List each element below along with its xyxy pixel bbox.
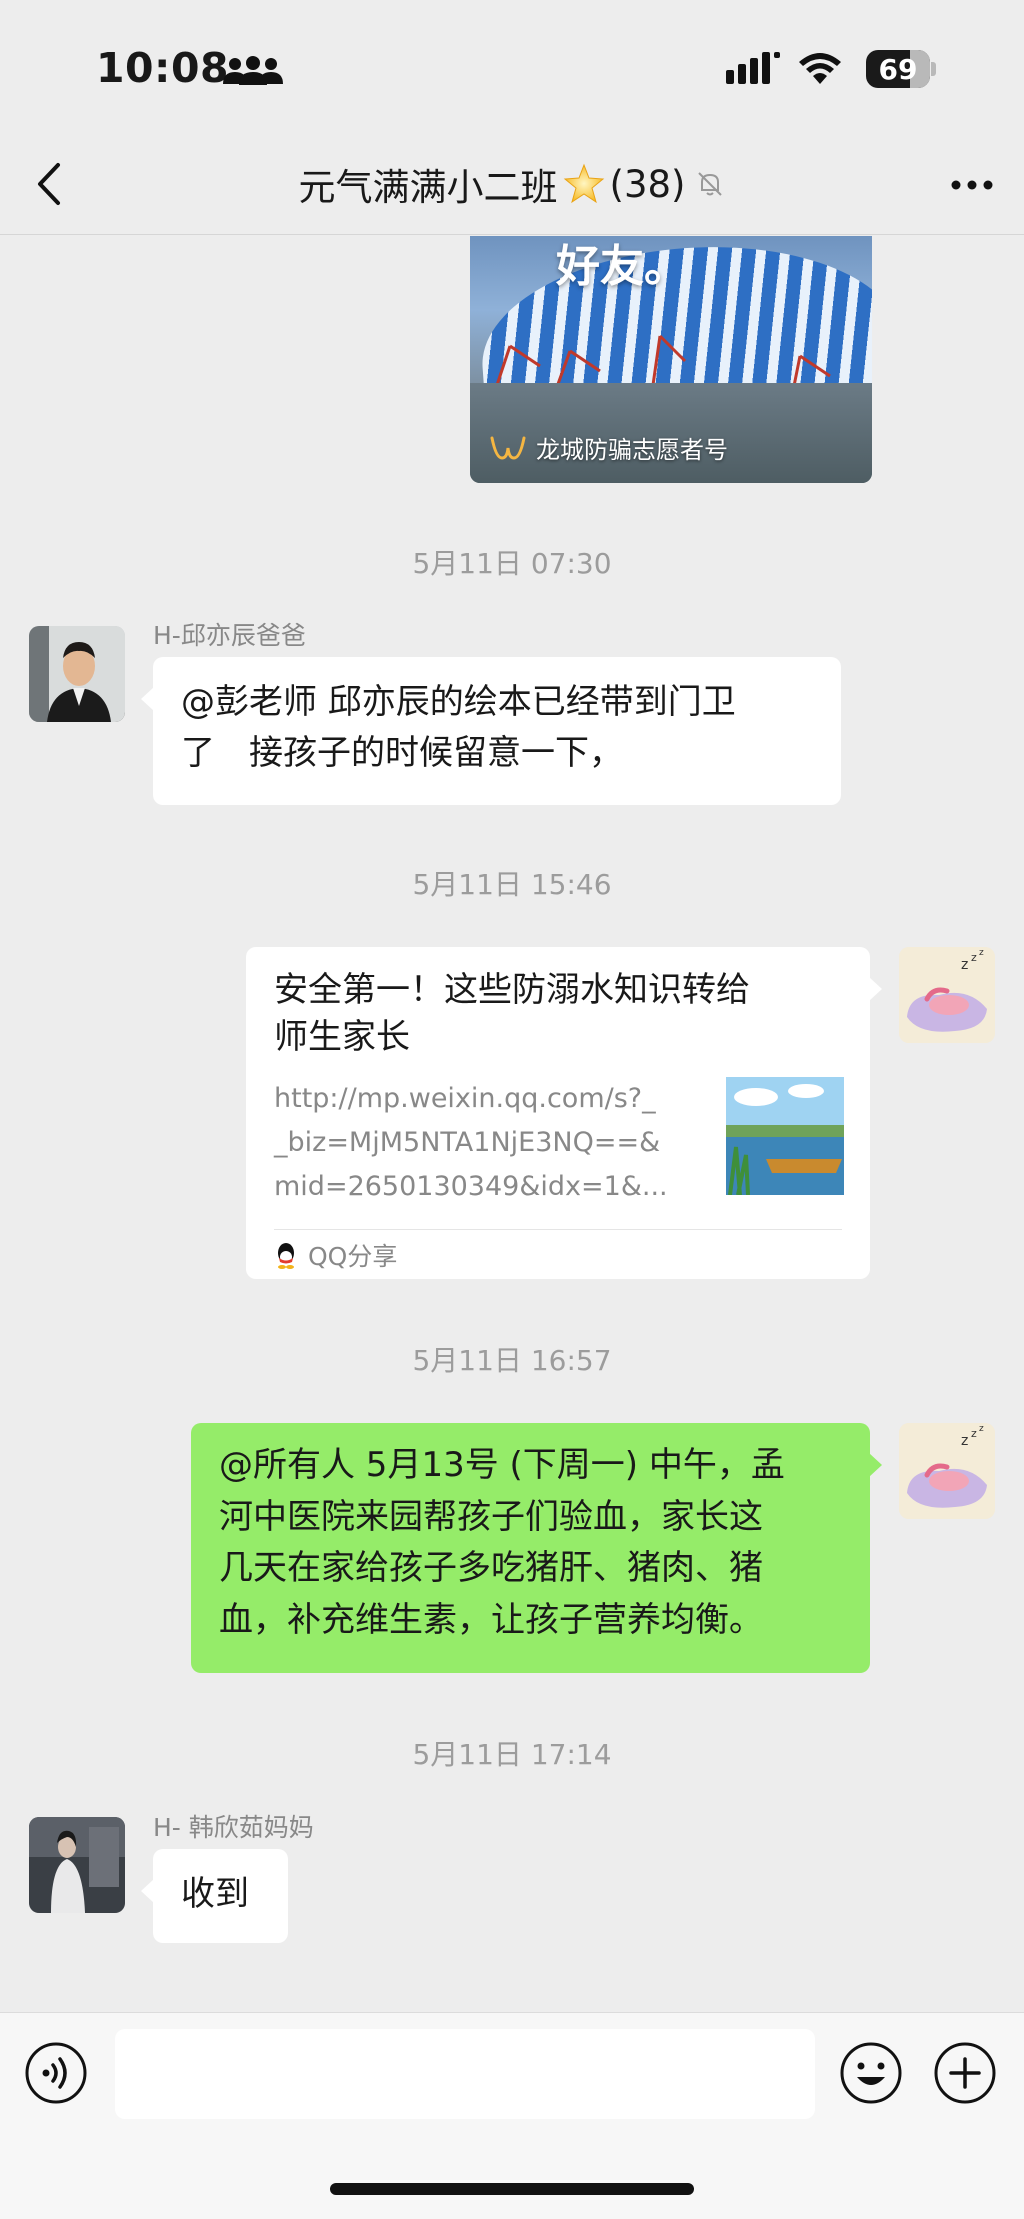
input-bar xyxy=(0,2012,1024,2219)
timestamp: 5月11日 07:30 xyxy=(412,547,612,580)
image-source-label: 龙城防骗志愿者号 xyxy=(536,436,728,464)
message-line: @所有人 5月13号 (下周一) 中午，孟 xyxy=(219,1445,785,1485)
avatar[interactable] xyxy=(29,1817,125,1913)
message-line: @彭老师 邱亦辰的绘本已经带到门卫 xyxy=(181,682,736,722)
message-input[interactable] xyxy=(115,2029,815,2119)
home-indicator xyxy=(330,2183,694,2195)
avatar[interactable] xyxy=(29,626,125,722)
link-source-label: QQ分享 xyxy=(308,1242,398,1271)
link-title: 安全第一！这些防溺水知识转给 师生家长 xyxy=(274,967,834,1061)
message-line: 河中医院来园帮孩子们验血，家长这 xyxy=(219,1496,763,1537)
timestamp: 5月11日 16:57 xyxy=(412,1344,612,1377)
link-url-line: mid=2650130349&idx=1&... xyxy=(274,1171,668,1202)
link-thumbnail xyxy=(726,1077,844,1195)
link-source: QQ分享 xyxy=(274,1237,397,1273)
sleeping-cartoon-avatar-icon: z z z xyxy=(899,947,995,1043)
signal-icon xyxy=(726,52,780,84)
link-card-message[interactable]: 安全第一！这些防溺水知识转给 师生家长 http://mp.weixin.qq.… xyxy=(246,947,882,1279)
link-url-line: _biz=MjM5NTA1NjE3NQ==& xyxy=(274,1127,661,1158)
link-divider xyxy=(274,1229,842,1230)
sleeping-cartoon-avatar-icon: z z z xyxy=(899,1423,995,1519)
svg-text:z: z xyxy=(971,951,977,964)
member-count: (38) xyxy=(609,162,686,206)
link-url-line: http://mp.weixin.qq.com/s?_ xyxy=(274,1083,656,1114)
message-line: 收到 xyxy=(181,1874,249,1914)
timestamp: 5月11日 17:14 xyxy=(412,1738,612,1771)
plus-icon[interactable] xyxy=(933,2041,997,2105)
group-name: 元气满满小二班 xyxy=(298,166,558,209)
sender-name: H-邱亦辰爸爸 xyxy=(153,621,306,650)
person-avatar-icon xyxy=(29,1817,125,1913)
image-source: 龙城防骗志愿者号 xyxy=(490,430,728,465)
message-line: 了 接孩子的时候留意一下， xyxy=(181,733,623,773)
voice-icon[interactable] xyxy=(24,2041,88,2105)
self-avatar[interactable]: z z z xyxy=(899,1423,995,1519)
link-title-line: 安全第一！这些防溺水知识转给 xyxy=(274,970,750,1010)
svg-text:z: z xyxy=(979,1424,984,1434)
svg-text:z: z xyxy=(961,1433,968,1449)
svg-text:z: z xyxy=(961,957,968,973)
people-icon xyxy=(223,56,283,85)
message-bubble[interactable]: @彭老师 邱亦辰的绘本已经带到门卫 了 接孩子的时候留意一下， xyxy=(141,657,841,805)
sender-name: H- 韩欣茹妈妈 xyxy=(153,1813,314,1842)
battery-indicator: 69 xyxy=(866,50,930,88)
image-overlay-text: 好友。 xyxy=(556,241,688,292)
wifi-icon xyxy=(799,53,841,84)
self-avatar[interactable]: z z z xyxy=(899,947,995,1043)
message-line: 血，补充维生素，让孩子营养均衡。 xyxy=(219,1599,763,1640)
status-time: 10:08 xyxy=(96,44,230,92)
message-line: 几天在家给孩子多吃猪肝、猪肉、猪 xyxy=(219,1548,763,1588)
svg-text:z: z xyxy=(971,1427,977,1440)
message-list[interactable]: 好友。 龙城防骗志愿者号 5月11日 07:30 H-邱亦辰爸爸 @彭老师 邱亦… xyxy=(0,236,1024,2012)
link-url: http://mp.weixin.qq.com/s?_ _biz=MjM5NTA… xyxy=(274,1077,694,1209)
message-bubble[interactable]: 收到 xyxy=(141,1849,288,1943)
link-title-line: 师生家长 xyxy=(274,1017,410,1057)
battery-level: 69 xyxy=(878,52,918,86)
message-bubble[interactable]: @所有人 5月13号 (下周一) 中午，孟 河中医院来园帮孩子们验血，家长这 几… xyxy=(191,1423,882,1673)
battery-tip xyxy=(931,62,936,76)
svg-text:z: z xyxy=(979,948,984,958)
source-logo-icon xyxy=(490,436,526,460)
person-avatar-icon xyxy=(29,626,125,722)
emoji-icon[interactable] xyxy=(839,2041,903,2105)
ellipsis-icon[interactable] xyxy=(950,179,994,191)
status-bar: 10:08 69 xyxy=(0,0,1024,135)
timestamp: 5月11日 15:46 xyxy=(412,868,612,901)
chat-title: 元气满满小二班 (38) xyxy=(0,157,1024,211)
shared-image-message[interactable]: 好友。 龙城防骗志愿者号 xyxy=(470,236,872,483)
qq-icon xyxy=(278,1243,294,1269)
chat-header: 元气满满小二班 (38) xyxy=(0,135,1024,235)
bell-off-icon xyxy=(698,172,723,196)
star-icon xyxy=(563,163,604,204)
